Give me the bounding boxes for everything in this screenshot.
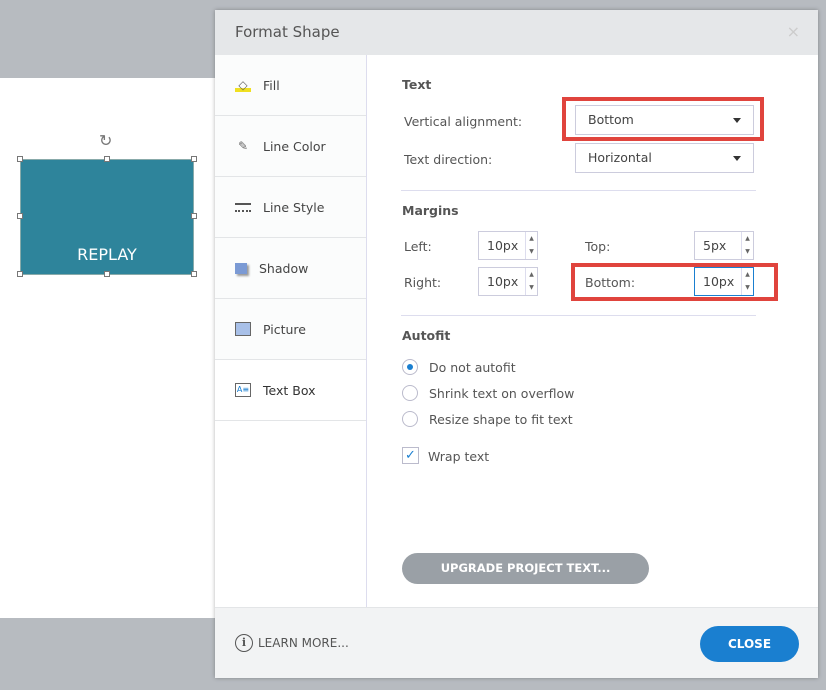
sidebar-item-line-color[interactable]: ✎ Line Color bbox=[215, 116, 366, 177]
margins-heading: Margins bbox=[402, 203, 459, 218]
resize-handle[interactable] bbox=[191, 213, 197, 219]
vertical-alignment-select[interactable]: Bottom bbox=[575, 105, 754, 135]
radio-label: Shrink text on overflow bbox=[429, 386, 575, 401]
paint-bucket-icon: ◇ bbox=[235, 78, 251, 92]
rotate-handle-icon[interactable]: ↻ bbox=[99, 131, 112, 150]
resize-handle[interactable] bbox=[104, 271, 110, 277]
info-icon: i bbox=[235, 634, 253, 652]
sidebar-item-text-box[interactable]: A≡ Text Box bbox=[215, 360, 366, 421]
sidebar-item-fill[interactable]: ◇ Fill bbox=[215, 55, 366, 116]
radio-label: Do not autofit bbox=[429, 360, 516, 375]
sidebar-item-label: Picture bbox=[263, 321, 306, 337]
divider bbox=[401, 315, 756, 316]
shadow-icon bbox=[235, 262, 247, 274]
close-button[interactable]: CLOSE bbox=[700, 626, 799, 662]
bottom-margin-value: 10px bbox=[703, 274, 735, 289]
dialog-footer: i LEARN MORE... CLOSE bbox=[215, 607, 818, 678]
pencil-icon: ✎ bbox=[237, 139, 249, 153]
resize-handle[interactable] bbox=[104, 156, 110, 162]
shape-text: REPLAY bbox=[77, 245, 137, 264]
divider bbox=[401, 190, 756, 191]
picture-icon bbox=[235, 322, 251, 336]
text-box-icon: A≡ bbox=[235, 383, 251, 397]
resize-handle[interactable] bbox=[17, 156, 23, 162]
resize-handle[interactable] bbox=[191, 271, 197, 277]
sidebar-item-label: Shadow bbox=[259, 260, 309, 276]
spinner-arrows-icon[interactable]: ▲ ▼ bbox=[525, 232, 537, 259]
wrap-text-label: Wrap text bbox=[428, 449, 490, 464]
autofit-heading: Autofit bbox=[402, 328, 451, 343]
format-shape-dialog: Format Shape × ◇ Fill ✎ Line Color Line St… bbox=[215, 10, 818, 678]
spinner-arrows-icon[interactable]: ▲ ▼ bbox=[741, 232, 753, 259]
radio-resize-shape[interactable] bbox=[402, 411, 418, 427]
top-label: Top: bbox=[585, 239, 611, 254]
resize-handle[interactable] bbox=[17, 271, 23, 277]
resize-handle[interactable] bbox=[17, 213, 23, 219]
sidebar-item-shadow[interactable]: Shadow bbox=[215, 238, 366, 299]
right-label: Right: bbox=[404, 275, 442, 290]
sidebar-item-label: Text Box bbox=[263, 382, 316, 398]
dialog-header: Format Shape × bbox=[215, 10, 818, 55]
right-margin-value: 10px bbox=[487, 274, 519, 289]
slide-canvas: ↻ REPLAY bbox=[0, 78, 215, 618]
radio-label: Resize shape to fit text bbox=[429, 412, 573, 427]
sidebar-item-label: Line Color bbox=[263, 138, 326, 154]
learn-more-link[interactable]: i LEARN MORE... bbox=[235, 634, 349, 652]
learn-more-label: LEARN MORE... bbox=[258, 636, 349, 650]
wrap-text-checkbox[interactable]: ✓ bbox=[402, 447, 419, 464]
dialog-title: Format Shape bbox=[235, 23, 340, 41]
spinner-arrows-icon[interactable]: ▲ ▼ bbox=[741, 268, 753, 295]
top-margin-input[interactable]: 5px ▲ ▼ bbox=[694, 231, 754, 260]
spinner-arrows-icon[interactable]: ▲ ▼ bbox=[525, 268, 537, 295]
sidebar-item-line-style[interactable]: Line Style bbox=[215, 177, 366, 238]
bottom-margin-input[interactable]: 10px ▲ ▼ bbox=[694, 267, 754, 296]
text-heading: Text bbox=[402, 77, 432, 92]
left-margin-input[interactable]: 10px ▲ ▼ bbox=[478, 231, 538, 260]
left-margin-value: 10px bbox=[487, 238, 519, 253]
vertical-alignment-label: Vertical alignment: bbox=[404, 114, 523, 129]
line-style-icon bbox=[235, 202, 251, 212]
close-icon[interactable]: × bbox=[787, 22, 800, 41]
radio-do-not-autofit[interactable] bbox=[402, 359, 418, 375]
sidebar-item-label: Fill bbox=[263, 77, 280, 93]
upgrade-project-text-button[interactable]: UPGRADE PROJECT TEXT... bbox=[402, 553, 649, 584]
top-margin-value: 5px bbox=[703, 238, 727, 253]
sidebar-item-label: Line Style bbox=[263, 199, 325, 215]
left-label: Left: bbox=[404, 239, 432, 254]
replay-shape[interactable]: REPLAY bbox=[20, 159, 194, 275]
text-direction-select[interactable]: Horizontal bbox=[575, 143, 754, 173]
bottom-label: Bottom: bbox=[585, 275, 636, 290]
radio-shrink-text[interactable] bbox=[402, 385, 418, 401]
right-margin-input[interactable]: 10px ▲ ▼ bbox=[478, 267, 538, 296]
resize-handle[interactable] bbox=[191, 156, 197, 162]
text-direction-label: Text direction: bbox=[404, 152, 493, 167]
sidebar-item-picture[interactable]: Picture bbox=[215, 299, 366, 360]
sidebar: ◇ Fill ✎ Line Color Line Style Shadow Pict… bbox=[215, 55, 367, 607]
